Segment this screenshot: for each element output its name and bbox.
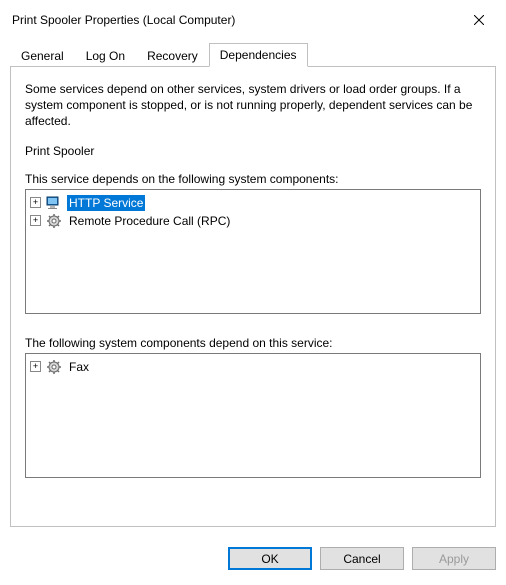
expand-icon[interactable]: + — [30, 197, 41, 208]
ok-button[interactable]: OK — [228, 547, 312, 570]
tree-item-label: Fax — [67, 359, 91, 375]
expand-icon[interactable]: + — [30, 215, 41, 226]
tab-log-on[interactable]: Log On — [75, 44, 136, 67]
close-button[interactable] — [464, 8, 494, 32]
tab-strip: General Log On Recovery Dependencies — [10, 42, 496, 67]
gear-icon — [46, 213, 62, 229]
close-icon — [474, 15, 484, 25]
window-title: Print Spooler Properties (Local Computer… — [12, 13, 235, 27]
depended-by-label: The following system components depend o… — [25, 336, 481, 350]
depends-on-label: This service depends on the following sy… — [25, 172, 481, 186]
depended-by-tree[interactable]: + Fax — [25, 353, 481, 478]
cancel-button[interactable]: Cancel — [320, 547, 404, 570]
tab-dependencies[interactable]: Dependencies — [209, 43, 308, 67]
content-area: General Log On Recovery Dependencies Som… — [0, 38, 506, 537]
tree-item-label: HTTP Service — [67, 195, 145, 211]
computer-icon — [46, 195, 62, 211]
tree-item-label: Remote Procedure Call (RPC) — [67, 213, 232, 229]
expand-icon[interactable]: + — [30, 361, 41, 372]
tree-item[interactable]: + Fax — [30, 358, 476, 376]
tree-item[interactable]: + Remote Procedure Call (RPC) — [30, 212, 476, 230]
tab-recovery[interactable]: Recovery — [136, 44, 209, 67]
depends-on-tree[interactable]: + HTTP Service + — [25, 189, 481, 314]
dependencies-panel: Some services depend on other services, … — [10, 67, 496, 527]
gear-icon — [46, 359, 62, 375]
dependencies-description: Some services depend on other services, … — [25, 81, 481, 130]
service-name: Print Spooler — [25, 144, 481, 158]
titlebar: Print Spooler Properties (Local Computer… — [0, 0, 506, 38]
tree-item[interactable]: + HTTP Service — [30, 194, 476, 212]
dialog-button-row: OK Cancel Apply — [0, 537, 506, 570]
apply-button[interactable]: Apply — [412, 547, 496, 570]
tab-general[interactable]: General — [10, 44, 75, 67]
